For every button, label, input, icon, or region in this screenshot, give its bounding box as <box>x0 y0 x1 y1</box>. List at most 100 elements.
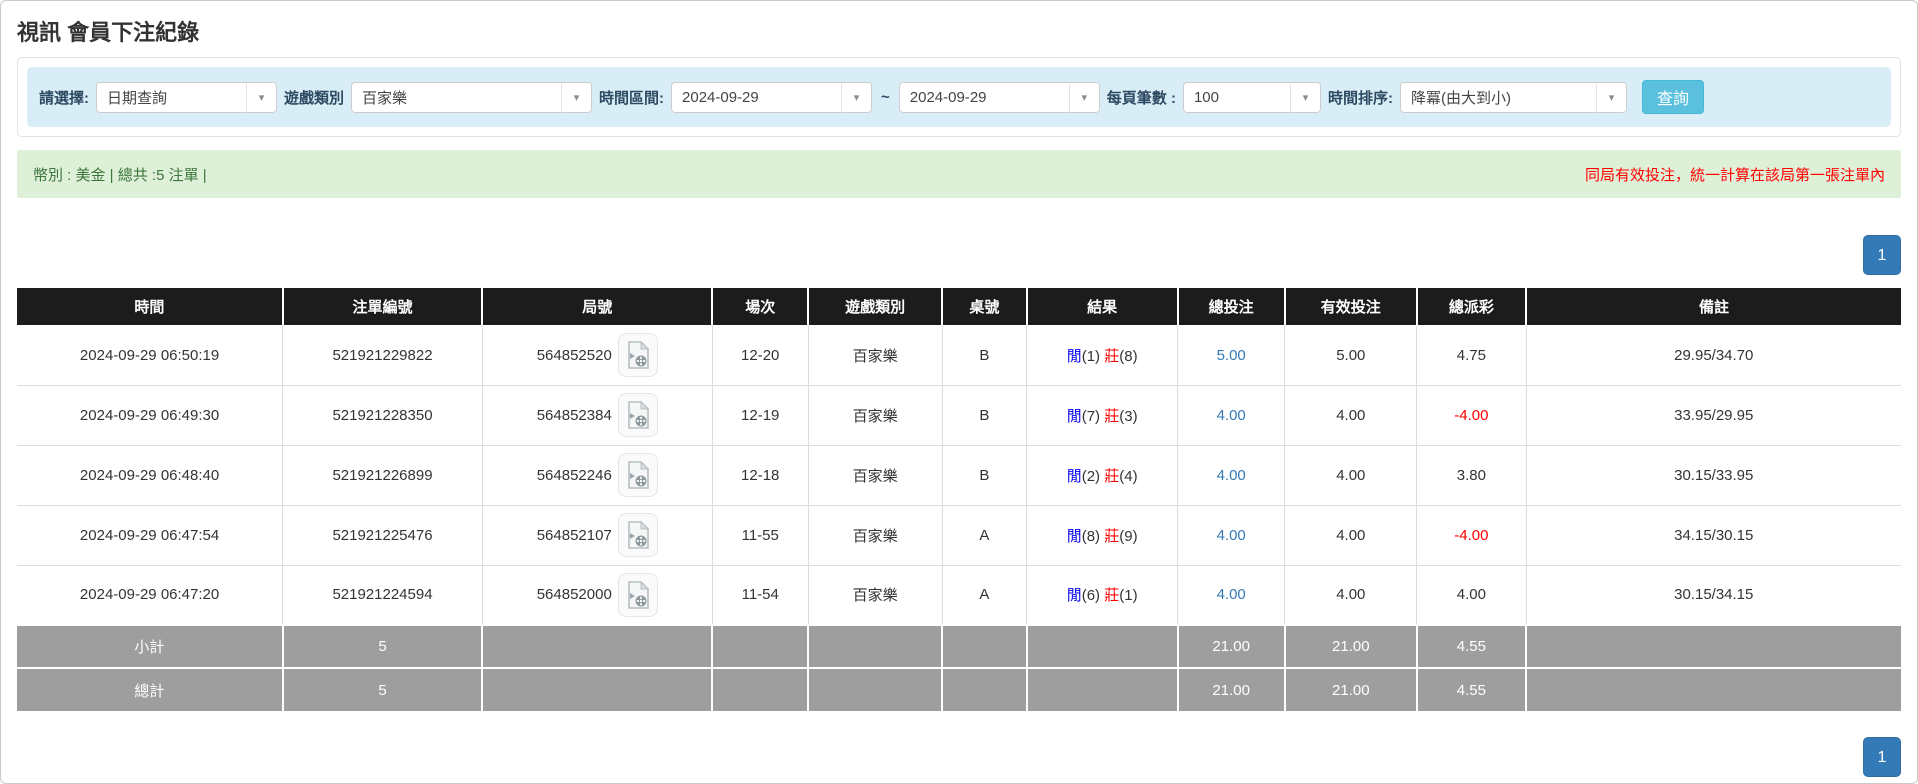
cell-time: 2024-09-29 06:50:19 <box>17 325 283 385</box>
video-file-icon <box>626 401 650 429</box>
cell-payout: 4.75 <box>1417 325 1526 385</box>
col-header-bet-id: 注單編號 <box>283 288 483 325</box>
chevron-down-icon[interactable]: ▾ <box>1596 82 1627 113</box>
cell-game-type: 百家樂 <box>808 505 942 565</box>
cell-session: 11-54 <box>712 565 808 625</box>
total-bet-link[interactable]: 4.00 <box>1217 407 1246 424</box>
cell-session: 11-55 <box>712 505 808 565</box>
player-result-score: (8) <box>1082 528 1100 545</box>
player-result-score: (7) <box>1082 408 1100 425</box>
summary-bar: 幣別 : 美金 | 總共 :5 注單 | 同局有效投注，統一計算在該局第一張注單… <box>17 150 1901 198</box>
cell-table-code: B <box>942 325 1027 385</box>
chevron-down-icon[interactable]: ▾ <box>246 82 277 113</box>
pagination-top: 1 <box>17 235 1901 275</box>
date-from-select[interactable]: 2024-09-29 ▾ <box>671 82 872 113</box>
banker-result-score: (3) <box>1119 408 1137 425</box>
grand-total-label: 總計 <box>17 668 283 711</box>
query-type-value: 日期查詢 <box>96 82 246 113</box>
cell-session: 12-19 <box>712 385 808 445</box>
game-type-select[interactable]: 百家樂 ▾ <box>351 82 592 113</box>
page-1-button[interactable]: 1 <box>1863 235 1901 275</box>
col-header-result: 結果 <box>1027 288 1178 325</box>
cell-result: 閒(7) 莊(3) <box>1027 385 1178 445</box>
round-id-value: 564852107 <box>537 527 612 544</box>
total-bet-link[interactable]: 4.00 <box>1217 467 1246 484</box>
cell-session: 12-20 <box>712 325 808 385</box>
cell-time: 2024-09-29 06:47:54 <box>17 505 283 565</box>
sort-value: 降冪(由大到小) <box>1400 82 1596 113</box>
banker-result-label: 莊 <box>1104 468 1119 485</box>
cell-time: 2024-09-29 06:48:40 <box>17 445 283 505</box>
video-replay-button[interactable] <box>618 513 658 557</box>
cell-round-id: 564852107 <box>482 505 712 565</box>
page-size-select[interactable]: 100 ▾ <box>1183 82 1321 113</box>
cell-remark: 29.95/34.70 <box>1526 325 1901 385</box>
table-row: 2024-09-29 06:47:54521921225476564852107… <box>17 505 1901 565</box>
video-file-icon <box>626 581 650 609</box>
cell-game-type: 百家樂 <box>808 385 942 445</box>
subtotal-total-bet: 21.00 <box>1178 625 1285 668</box>
page-1-button[interactable]: 1 <box>1863 737 1901 777</box>
video-replay-button[interactable] <box>618 453 658 497</box>
video-replay-button[interactable] <box>618 573 658 617</box>
table-row: 2024-09-29 06:50:19521921229822564852520… <box>17 325 1901 385</box>
banker-result-label: 莊 <box>1104 587 1119 604</box>
col-header-table: 桌號 <box>942 288 1027 325</box>
player-result-score: (6) <box>1082 587 1100 604</box>
cell-table-code: B <box>942 385 1027 445</box>
cell-table-code: B <box>942 445 1027 505</box>
total-bet-link[interactable]: 5.00 <box>1217 347 1246 364</box>
video-replay-button[interactable] <box>618 393 658 437</box>
sort-select[interactable]: 降冪(由大到小) ▾ <box>1400 82 1627 113</box>
date-to-select[interactable]: 2024-09-29 ▾ <box>899 82 1100 113</box>
round-id-value: 564852384 <box>537 407 612 424</box>
cell-remark: 34.15/30.15 <box>1526 505 1901 565</box>
chevron-down-icon[interactable]: ▾ <box>841 82 872 113</box>
cell-result: 閒(1) 莊(8) <box>1027 325 1178 385</box>
total-bet-link[interactable]: 4.00 <box>1217 586 1246 603</box>
cell-payout: 3.80 <box>1417 445 1526 505</box>
filter-bar: 請選擇: 日期查詢 ▾ 遊戲類別 百家樂 ▾ 時間區間: 2024-09-29 … <box>27 67 1891 127</box>
table-row: 2024-09-29 06:47:20521921224594564852000… <box>17 565 1901 625</box>
cell-round-id: 564852246 <box>482 445 712 505</box>
cell-bet-id: 521921224594 <box>283 565 483 625</box>
cell-remark: 30.15/34.15 <box>1526 565 1901 625</box>
cell-round-id: 564852000 <box>482 565 712 625</box>
cell-game-type: 百家樂 <box>808 565 942 625</box>
chevron-down-icon[interactable]: ▾ <box>1069 82 1100 113</box>
bet-records-table: 時間 注單編號 局號 場次 遊戲類別 桌號 結果 總投注 有效投注 總派彩 備註… <box>17 288 1901 711</box>
payout-value: -4.00 <box>1454 527 1488 544</box>
cell-valid-bet: 4.00 <box>1285 445 1417 505</box>
cell-valid-bet: 4.00 <box>1285 385 1417 445</box>
video-file-icon <box>626 521 650 549</box>
col-header-game-type: 遊戲類別 <box>808 288 942 325</box>
cell-table-code: A <box>942 505 1027 565</box>
subtotal-label: 小計 <box>17 625 283 668</box>
cell-time: 2024-09-29 06:47:20 <box>17 565 283 625</box>
banker-result-label: 莊 <box>1104 408 1119 425</box>
grand-total-valid-bet: 21.00 <box>1285 668 1417 711</box>
total-bet-link[interactable]: 4.00 <box>1217 527 1246 544</box>
video-replay-button[interactable] <box>618 333 658 377</box>
currency-total-text: 幣別 : 美金 | 總共 :5 注單 | <box>33 164 207 185</box>
col-header-session: 場次 <box>712 288 808 325</box>
col-header-valid-bet: 有效投注 <box>1285 288 1417 325</box>
banker-result-score: (8) <box>1119 348 1137 365</box>
cell-valid-bet: 4.00 <box>1285 565 1417 625</box>
table-row: 2024-09-29 06:48:40521921226899564852246… <box>17 445 1901 505</box>
cell-result: 閒(8) 莊(9) <box>1027 505 1178 565</box>
cell-valid-bet: 4.00 <box>1285 505 1417 565</box>
cell-total-bet: 5.00 <box>1178 325 1285 385</box>
chevron-down-icon[interactable]: ▾ <box>1290 82 1321 113</box>
banker-result-label: 莊 <box>1104 528 1119 545</box>
cell-round-id: 564852520 <box>482 325 712 385</box>
query-type-label: 請選擇: <box>39 87 89 108</box>
cell-table-code: A <box>942 565 1027 625</box>
cell-game-type: 百家樂 <box>808 445 942 505</box>
cell-valid-bet: 5.00 <box>1285 325 1417 385</box>
search-button[interactable]: 查詢 <box>1642 80 1704 114</box>
query-type-select[interactable]: 日期查詢 ▾ <box>96 82 277 113</box>
col-header-time: 時間 <box>17 288 283 325</box>
chevron-down-icon[interactable]: ▾ <box>561 82 592 113</box>
page-container: 視訊 會員下注紀錄 請選擇: 日期查詢 ▾ 遊戲類別 百家樂 ▾ 時間區間: 2… <box>0 0 1918 784</box>
